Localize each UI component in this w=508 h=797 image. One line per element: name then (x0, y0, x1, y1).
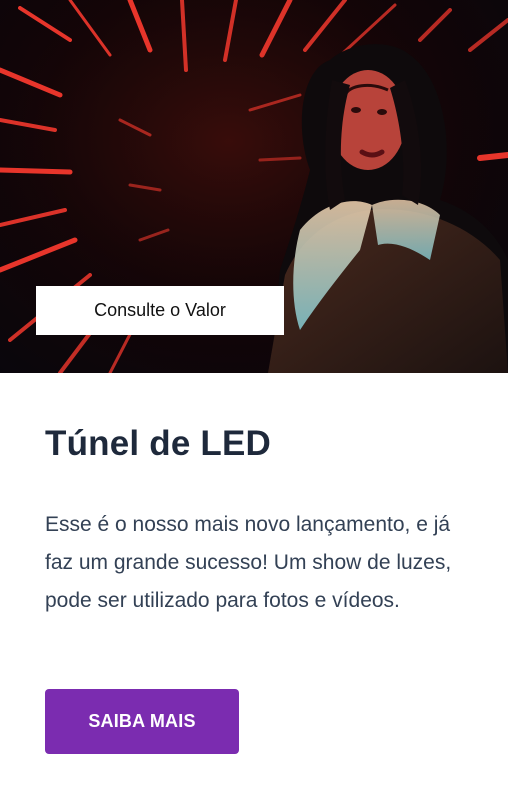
saiba-mais-button[interactable]: SAIBA MAIS (45, 689, 239, 754)
product-card: Consulte o Valor Túnel de LED Esse é o n… (0, 0, 508, 797)
price-tag-label: Consulte o Valor (94, 300, 226, 320)
card-content: Túnel de LED Esse é o nosso mais novo la… (45, 420, 475, 620)
hero-image: Consulte o Valor (0, 0, 508, 373)
price-tag: Consulte o Valor (36, 286, 284, 335)
card-title: Túnel de LED (45, 424, 272, 463)
card-description: Esse é o nosso mais novo lançamento, e j… (45, 513, 452, 612)
